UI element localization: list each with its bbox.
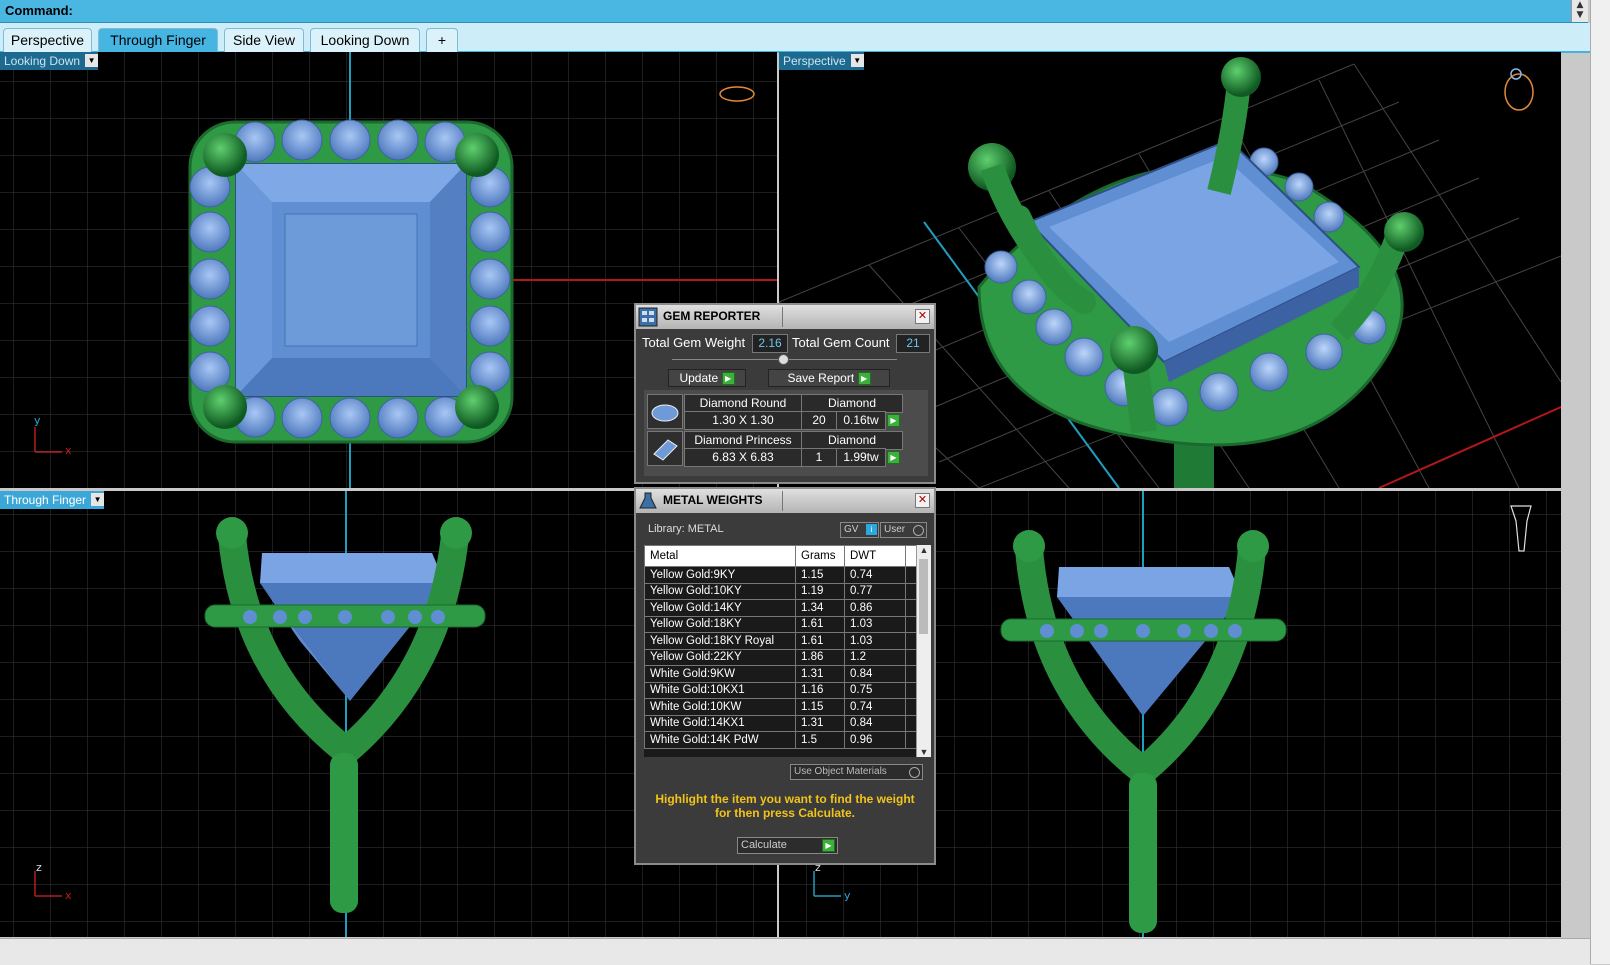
table-row[interactable]: White Gold:9KW 1.31 0.84: [644, 665, 917, 683]
gem-row-princess[interactable]: Diamond Princess Diamond 6.83 X 6.83 1 1…: [684, 431, 914, 467]
gem-count: 20: [801, 411, 837, 430]
table-row[interactable]: Yellow Gold:10KY 1.19 0.77: [644, 582, 917, 600]
tab-looking-down[interactable]: Looking Down: [310, 28, 420, 52]
radio-icon: [909, 767, 920, 778]
library-label: Library: METAL: [648, 523, 724, 535]
flask-icon: [639, 492, 657, 509]
table-row[interactable]: Yellow Gold:18KY 1.61 1.03: [644, 615, 917, 633]
tab-side-view[interactable]: Side View: [224, 28, 304, 52]
play-icon: ▶: [822, 839, 835, 852]
gem-row-arrow-icon[interactable]: ▶: [887, 414, 900, 427]
gem-weight: 1.99tw: [836, 448, 886, 467]
total-gem-weight-label: Total Gem Weight: [642, 335, 746, 350]
command-label: Command:: [5, 3, 73, 18]
column-header-metal[interactable]: Metal: [644, 545, 796, 567]
chevron-down-icon[interactable]: ▼: [85, 54, 99, 67]
gem-row-round[interactable]: Diamond Round Diamond 1.30 X 1.30 20 0.1…: [684, 394, 914, 430]
viewport-label-perspective[interactable]: Perspective ▼: [779, 52, 864, 70]
metal-table-container: Metal Grams DWT Yellow Gold:9KY 1.15 0.74 …: [644, 545, 931, 757]
metal-weights-title: METAL WEIGHTS: [663, 493, 763, 507]
close-icon[interactable]: ✕: [915, 493, 930, 508]
scroll-thumb[interactable]: [919, 559, 928, 634]
gem-reporter-titlebar[interactable]: GEM REPORTER ✕: [636, 305, 934, 329]
viewport-label-looking-down[interactable]: Looking Down ▼: [0, 52, 99, 70]
calculate-hint: Highlight the item you want to find the …: [655, 792, 915, 820]
gem-size: 6.83 X 6.83: [684, 448, 802, 467]
scroll-down-icon[interactable]: ▼: [917, 747, 931, 757]
status-strip: [0, 938, 1590, 965]
tab-through-finger[interactable]: Through Finger: [98, 28, 218, 52]
princess-gem-thumbnail: [647, 431, 683, 466]
gv-toggle[interactable]: GV i: [840, 522, 879, 538]
play-icon: ▶: [857, 372, 871, 386]
gem-row-arrow-icon[interactable]: ▶: [887, 451, 900, 464]
command-bar[interactable]: Command: ▲ ▼: [0, 0, 1588, 23]
radio-icon: [913, 525, 924, 536]
user-toggle[interactable]: User: [880, 522, 927, 538]
axis-label-y: y: [34, 414, 41, 427]
use-object-materials-toggle[interactable]: Use Object Materials: [790, 764, 923, 780]
axis-label-x: x: [65, 444, 72, 457]
column-header-dwt[interactable]: DWT: [844, 545, 906, 567]
table-row[interactable]: White Gold:10KX1 1.16 0.75: [644, 681, 917, 699]
play-icon: ▶: [721, 372, 735, 386]
column-header-grams[interactable]: Grams: [795, 545, 845, 567]
viewport-tab-bar: Perspective Through Finger Side View Loo…: [0, 23, 1590, 53]
calculate-button[interactable]: Calculate ▶: [737, 837, 838, 854]
add-tab-icon[interactable]: +: [426, 28, 458, 52]
table-row[interactable]: Yellow Gold:18KY Royal 1.61 1.03: [644, 632, 917, 650]
total-gem-count-label: Total Gem Count: [792, 335, 890, 350]
table-row[interactable]: Yellow Gold:22KY 1.86 1.2: [644, 648, 917, 666]
metal-weights-titlebar[interactable]: METAL WEIGHTS ✕: [636, 489, 934, 513]
table-row[interactable]: White Gold:14KX1 1.31 0.84: [644, 714, 917, 732]
total-gem-weight-value: 2.16: [752, 334, 788, 353]
close-icon[interactable]: ✕: [915, 309, 930, 324]
metal-table-scrollbar[interactable]: ▲ ▼: [916, 545, 931, 757]
total-gem-count-value: 21: [896, 334, 930, 353]
gem-reporter-title: GEM REPORTER: [663, 309, 761, 323]
right-scroll-strip[interactable]: [1590, 0, 1610, 964]
gem-list: Diamond Round Diamond 1.30 X 1.30 20 0.1…: [644, 390, 928, 476]
round-gem-thumbnail: [647, 394, 683, 429]
table-row[interactable]: Yellow Gold:9KY 1.15 0.74: [644, 566, 917, 584]
info-icon: i: [866, 524, 877, 535]
chevron-down-icon[interactable]: ▼: [850, 54, 864, 67]
tab-perspective[interactable]: Perspective: [3, 28, 92, 52]
gem-count: 1: [801, 448, 837, 467]
table-row[interactable]: White Gold:14K PdW 1.5 0.96: [644, 731, 917, 749]
metal-table-header: Metal Grams DWT: [644, 545, 917, 567]
axis-label-x: x: [65, 889, 72, 902]
table-row[interactable]: Yellow Gold:14KY 1.34 0.86: [644, 599, 917, 617]
slider-handle[interactable]: [778, 354, 789, 365]
metal-table: Metal Grams DWT Yellow Gold:9KY 1.15 0.74 …: [644, 545, 917, 749]
axis-label-y: y: [844, 889, 851, 902]
metal-weights-panel: METAL WEIGHTS ✕ Library: METAL GV i User…: [634, 487, 936, 865]
table-row[interactable]: White Gold:10KW 1.15 0.74: [644, 698, 917, 716]
axis-label-z: z: [36, 861, 42, 874]
gem-reporter-icon: [638, 307, 658, 327]
command-scroll[interactable]: ▲ ▼: [1571, 0, 1588, 22]
gem-size: 1.30 X 1.30: [684, 411, 802, 430]
chevron-down-icon[interactable]: ▼: [91, 493, 105, 506]
update-button[interactable]: Update ▶: [668, 369, 746, 387]
viewport-label-through-finger[interactable]: Through Finger ▼: [0, 491, 105, 509]
save-report-button[interactable]: Save Report ▶: [768, 369, 890, 387]
scroll-up-icon[interactable]: ▲: [917, 545, 931, 555]
gem-weight: 0.16tw: [836, 411, 886, 430]
gem-reporter-panel: GEM REPORTER ✕ Total Gem Weight 2.16 Tot…: [634, 303, 936, 484]
